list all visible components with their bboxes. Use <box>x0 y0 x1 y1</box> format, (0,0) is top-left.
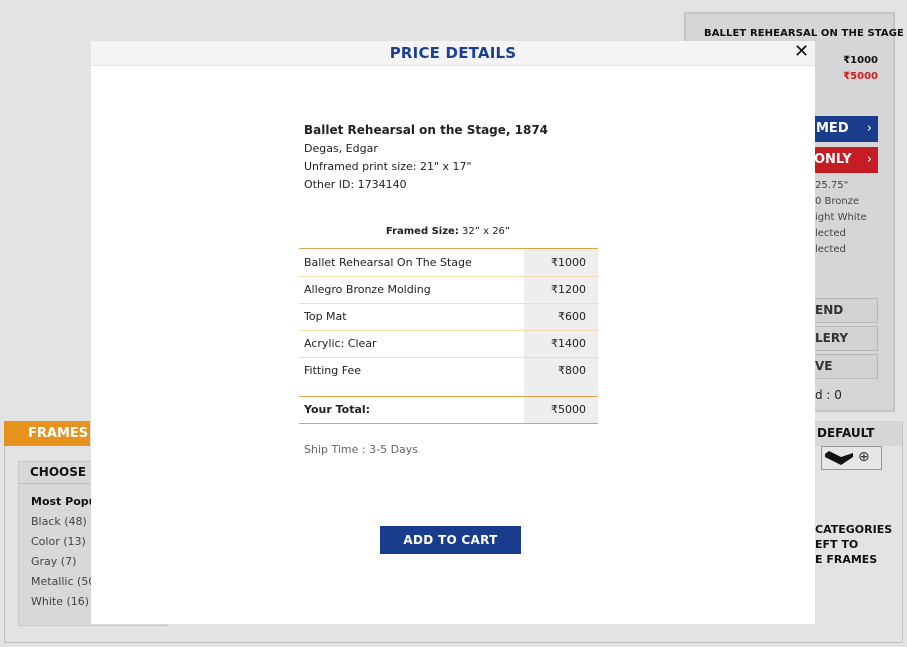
total-value: ₹5000 <box>524 396 598 424</box>
table-row: Top Mat ₹600 <box>299 303 598 331</box>
item-name: Acrylic: Clear <box>299 330 524 358</box>
framed-size-value: 32” x 26” <box>462 226 511 237</box>
add-to-cart-button[interactable]: ADD TO CART <box>380 526 521 554</box>
item-name: Ballet Rehearsal On The Stage <box>299 249 524 277</box>
spec-frame: 0 Bronze <box>815 196 860 207</box>
filter-white[interactable]: White (16) <box>31 595 89 608</box>
buy-framed-button[interactable]: MED › <box>810 116 878 142</box>
page-bottom-border <box>4 642 903 643</box>
frames-panel-border <box>902 421 903 642</box>
spec-mat: ight White <box>815 212 867 223</box>
product-price: ₹1000 <box>843 55 878 66</box>
default-frame-heading: DEFAULT <box>812 421 902 446</box>
filter-black[interactable]: Black (48) <box>31 515 87 528</box>
filter-metallic[interactable]: Metallic (50 <box>31 575 95 588</box>
framed-size: Framed Size: 32” x 26” <box>299 226 597 237</box>
item-price: ₹800 <box>524 357 598 397</box>
send-button[interactable]: END <box>810 298 878 323</box>
table-row: Fitting Fee ₹800 <box>299 357 598 397</box>
filter-color[interactable]: Color (13) <box>31 535 86 548</box>
artwork-print-size: Unframed print size: 21" x 17" <box>304 160 472 173</box>
categories-hint: CATEGORIES EFT TO E FRAMES <box>815 522 892 567</box>
frame-molding-icon <box>825 451 853 465</box>
spec-size: 25.75" <box>815 180 849 191</box>
item-price: ₹1000 <box>524 249 598 277</box>
choose-by-heading: CHOOSE B <box>30 465 100 479</box>
item-price: ₹600 <box>524 303 598 331</box>
item-price: ₹1200 <box>524 276 598 304</box>
gallery-button[interactable]: LERY <box>810 326 878 351</box>
categories-hint-line: E FRAMES <box>815 553 878 566</box>
item-name: Top Mat <box>299 303 524 331</box>
saved-count: d : 0 <box>815 388 842 402</box>
chevron-right-icon: › <box>866 152 872 167</box>
buy-print-only-button[interactable]: ONLY › <box>810 147 878 173</box>
frames-tab[interactable]: FRAMES <box>4 421 90 446</box>
table-row: Ballet Rehearsal On The Stage ₹1000 <box>299 249 598 277</box>
total-row: Your Total: ₹5000 <box>299 396 598 424</box>
zoom-icon[interactable]: ⊕ <box>858 449 870 465</box>
table-row: Allegro Bronze Molding ₹1200 <box>299 276 598 304</box>
ship-time: Ship Time : 3-5 Days <box>304 443 419 456</box>
chevron-right-icon: › <box>866 121 872 136</box>
framed-size-label: Framed Size: <box>385 226 459 237</box>
buy-print-only-label: ONLY <box>814 152 852 167</box>
item-name: Fitting Fee <box>299 357 524 397</box>
price-details-modal: PRICE DETAILS ✕ Ballet Rehearsal on the … <box>91 41 815 624</box>
spec-backing: lected <box>815 244 846 255</box>
item-price: ₹1400 <box>524 330 598 358</box>
categories-hint-line: EFT TO <box>815 538 859 551</box>
frames-panel-border <box>4 446 5 642</box>
divider <box>19 483 91 484</box>
artwork-other-id: Other ID: 1734140 <box>304 178 407 191</box>
artwork-artist: Degas, Edgar <box>304 142 378 155</box>
save-button[interactable]: VE <box>810 354 878 379</box>
product-summary-title: BALLET REHEARSAL ON THE STAGE <box>704 28 904 39</box>
product-sale-price: ₹5000 <box>843 71 878 82</box>
price-breakdown-table: Ballet Rehearsal On The Stage ₹1000 Alle… <box>299 249 598 424</box>
item-name: Allegro Bronze Molding <box>299 276 524 304</box>
filter-gray[interactable]: Gray (7) <box>31 555 76 568</box>
modal-header: PRICE DETAILS ✕ <box>91 41 815 66</box>
filter-most-popular[interactable]: Most Popul <box>31 495 100 508</box>
buy-framed-label: MED <box>816 121 849 136</box>
spec-glazing: lected <box>815 228 846 239</box>
total-label: Your Total: <box>299 396 524 424</box>
default-frame-thumbnail[interactable]: ⊕ <box>821 446 882 470</box>
table-row: Acrylic: Clear ₹1400 <box>299 330 598 358</box>
close-icon[interactable]: ✕ <box>794 42 809 62</box>
modal-title: PRICE DETAILS <box>389 44 517 62</box>
artwork-title: Ballet Rehearsal on the Stage, 1874 <box>304 123 549 137</box>
categories-hint-line: CATEGORIES <box>815 523 893 536</box>
